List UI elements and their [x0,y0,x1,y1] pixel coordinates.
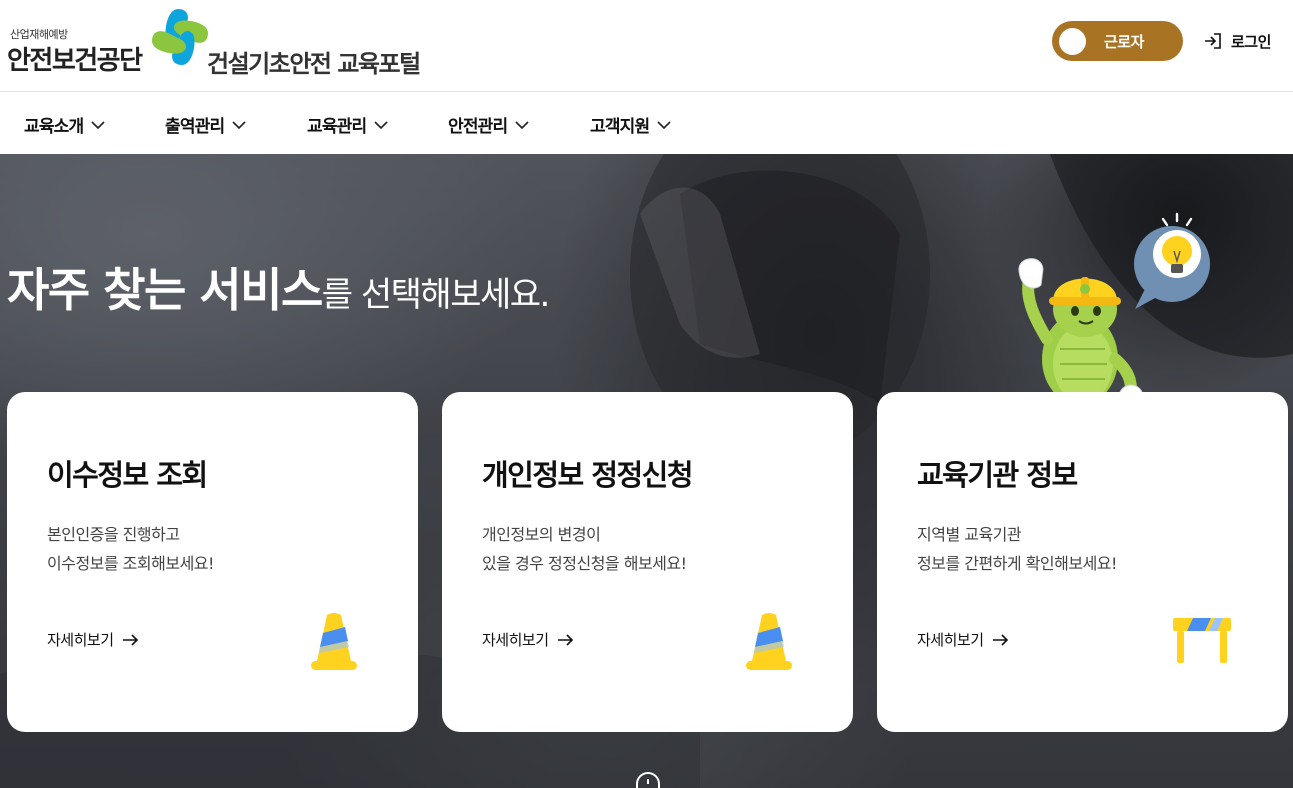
nav-label: 출역관리 [165,117,225,137]
nav-item-support[interactable]: 고객지원 [590,112,671,137]
chevron-down-icon [91,120,105,129]
traffic-cone-icon [311,613,357,670]
login-label: 로그인 [1231,32,1271,51]
card-title: 개인정보 정정신청 [482,458,694,492]
org-logo-text[interactable]: 안전보건공단 [7,40,143,77]
nav-label: 교육관리 [307,117,367,137]
card-title: 교육기관 정보 [917,458,1078,492]
card-completion-lookup[interactable]: 이수정보 조회 본인인증을 진행하고 이수정보를 조회해보세요! 자세히보기 [7,392,418,732]
login-link[interactable]: 로그인 [1203,30,1271,52]
main-nav: 교육소개 출역관리 교육관리 안전관리 고객지원 [0,92,1293,154]
card-desc-line: 개인정보의 변경이 [482,525,601,544]
site-header: 산업재해예방 안전보건공단 건설기초안전 교육포털 근로자 로그인 [0,0,1293,92]
card-desc-line: 정보를 간편하게 확인해보세요! [917,554,1117,573]
card-desc-line: 본인인증을 진행하고 [47,525,180,544]
scroll-down-icon[interactable] [636,772,660,788]
nav-label: 안전관리 [448,117,508,137]
role-toggle[interactable]: 근로자 [1052,21,1183,61]
arrow-right-icon [992,633,1008,646]
portal-title[interactable]: 건설기초안전 교육포털 [207,44,421,79]
safety-barrier-icon [1173,618,1231,663]
traffic-cone-icon [746,613,792,670]
chevron-down-icon [515,120,529,129]
card-description: 본인인증을 진행하고 이수정보를 조회해보세요! [47,520,214,578]
arrow-right-icon [557,633,573,646]
card-desc-line: 있을 경우 정정신청을 해보세요! [482,554,687,573]
card-more-label: 자세히보기 [917,631,984,649]
nav-label: 고객지원 [590,117,650,137]
login-icon [1205,33,1221,49]
nav-item-education[interactable]: 교육관리 [307,112,388,137]
chevron-down-icon [657,120,671,129]
card-institution-info[interactable]: 교육기관 정보 지역별 교육기관 정보를 간편하게 확인해보세요! 자세히보기 [877,392,1288,732]
card-more-link[interactable]: 자세히보기 [917,629,1009,650]
role-toggle-label: 근로자 [1104,33,1144,51]
card-title: 이수정보 조회 [47,458,208,492]
card-description: 지역별 교육기관 정보를 간편하게 확인해보세요! [917,520,1117,578]
card-more-label: 자세히보기 [47,631,114,649]
hero-heading-rest: 를 선택해보세요. [321,275,551,315]
nav-item-about[interactable]: 교육소개 [24,112,105,137]
logo-cross-icon [152,9,208,65]
card-desc-line: 이수정보를 조회해보세요! [47,554,214,573]
card-description: 개인정보의 변경이 있을 경우 정정신청을 해보세요! [482,520,687,578]
card-desc-line: 지역별 교육기관 [917,525,1022,544]
hero-heading: 자주 찾는 서비스를 선택해보세요. [7,254,551,320]
arrow-right-icon [122,633,138,646]
chevron-down-icon [374,120,388,129]
card-more-label: 자세히보기 [482,631,549,649]
card-more-link[interactable]: 자세히보기 [482,629,574,650]
card-personal-info-correction[interactable]: 개인정보 정정신청 개인정보의 변경이 있을 경우 정정신청을 해보세요! 자세… [442,392,853,732]
hero-heading-strong: 자주 찾는 서비스 [7,263,323,317]
card-more-link[interactable]: 자세히보기 [47,629,139,650]
chevron-down-icon [232,120,246,129]
nav-item-attendance[interactable]: 출역관리 [165,112,246,137]
nav-item-safety[interactable]: 안전관리 [448,112,529,137]
toggle-knob [1059,28,1086,55]
nav-label: 교육소개 [24,117,84,137]
hero-section: 자주 찾는 서비스를 선택해보세요. 이수정보 조회 본인인증을 진행하고 이수… [0,154,1293,788]
